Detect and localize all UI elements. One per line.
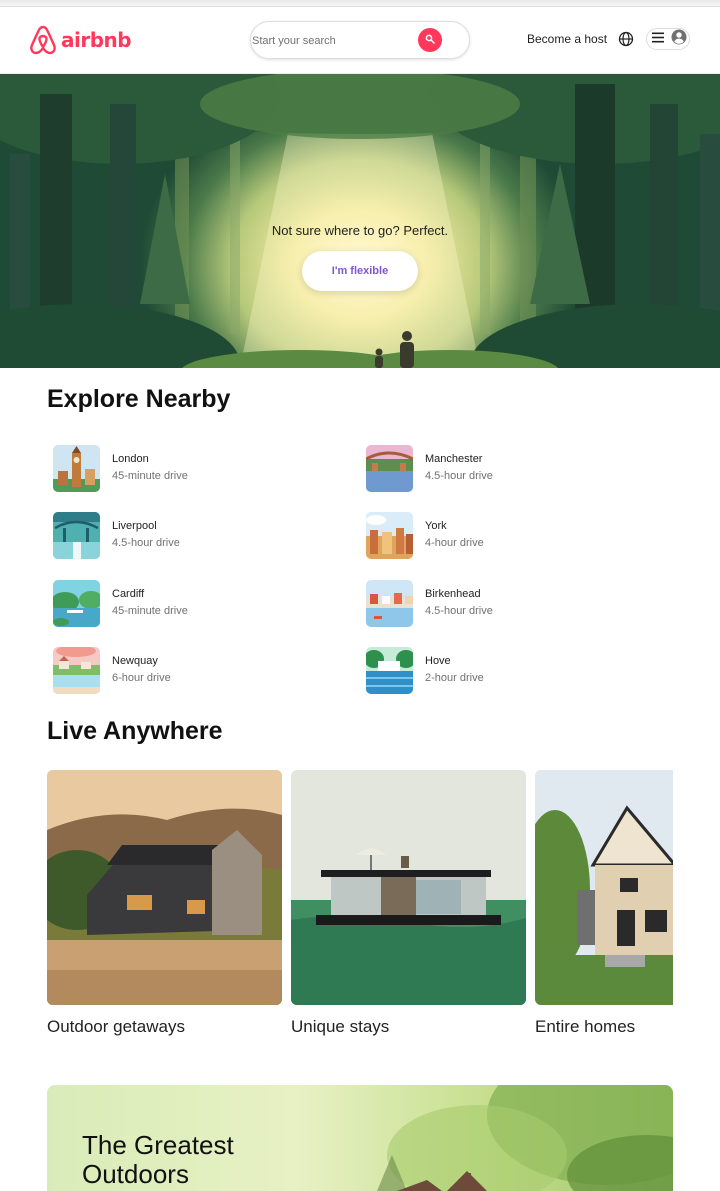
nearby-item-birkenhead[interactable]: Birkenhead 4.5-hour drive: [366, 579, 626, 627]
search-icon: [425, 31, 435, 49]
nearby-distance: 4.5-hour drive: [112, 537, 180, 549]
liverpool-thumbnail: [53, 511, 100, 559]
card-outdoor-getaways[interactable]: Outdoor getaways: [47, 770, 282, 1037]
newquay-thumbnail: [53, 646, 100, 694]
nearby-city: Cardiff: [112, 588, 145, 600]
card-label: Outdoor getaways: [47, 1017, 185, 1036]
cardiff-thumbnail: [53, 579, 100, 627]
nearby-item-manchester[interactable]: Manchester 4.5-hour drive: [366, 444, 626, 492]
globe-icon[interactable]: [618, 31, 634, 47]
nearby-distance: 2-hour drive: [425, 672, 484, 684]
nearby-distance: 4-hour drive: [425, 537, 484, 549]
london-thumbnail: [53, 444, 100, 492]
card-entire-homes[interactable]: Entire homes: [535, 770, 673, 1037]
nearby-city: London: [112, 453, 149, 465]
become-host-link[interactable]: Become a host: [527, 32, 607, 46]
nearby-item-newquay[interactable]: Newquay 6-hour drive: [53, 646, 313, 694]
york-thumbnail: [366, 511, 413, 559]
nearby-city: Manchester: [425, 453, 483, 465]
nearby-city: Hove: [425, 655, 451, 667]
airbnb-logo-icon: [29, 25, 57, 55]
nearby-distance: 4.5-hour drive: [425, 470, 493, 482]
nearby-distance: 45-minute drive: [112, 605, 188, 617]
hove-thumbnail: [366, 646, 413, 694]
explore-nearby-title: Explore Nearby: [47, 385, 231, 413]
nearby-city: Birkenhead: [425, 588, 481, 600]
user-avatar-icon: [671, 29, 687, 50]
nearby-distance: 6-hour drive: [112, 672, 171, 684]
nearby-item-cardiff[interactable]: Cardiff 45-minute drive: [53, 579, 313, 627]
live-anywhere-title: Live Anywhere: [47, 717, 223, 745]
flexible-button[interactable]: I'm flexible: [302, 251, 418, 291]
search-input[interactable]: [252, 31, 412, 51]
nearby-item-york[interactable]: York 4-hour drive: [366, 511, 626, 559]
entire-homes-image: [535, 770, 673, 1005]
greatest-outdoors-title: The Greatest Outdoors: [82, 1130, 234, 1189]
logo-wordmark: airbnb: [61, 28, 132, 52]
hamburger-menu-icon: [652, 30, 664, 48]
hero-banner: Not sure where to go? Perfect. I'm flexi…: [0, 74, 720, 368]
browser-top-strip: [0, 0, 720, 7]
search-button[interactable]: [418, 28, 442, 52]
header: airbnb Become a host: [0, 7, 720, 74]
forest-illustration: [0, 74, 720, 368]
search-bar[interactable]: [250, 21, 470, 59]
live-anywhere-carousel: Outdoor getaways Unique stays Entire hom…: [0, 770, 673, 1050]
nearby-city: Liverpool: [112, 520, 157, 532]
airbnb-logo[interactable]: airbnb: [29, 24, 132, 56]
nearby-city: Newquay: [112, 655, 158, 667]
birkenhead-thumbnail: [366, 579, 413, 627]
nearby-distance: 4.5-hour drive: [425, 605, 493, 617]
unique-stays-image: [291, 770, 526, 1005]
nearby-city: York: [425, 520, 447, 532]
outdoor-getaways-image: [47, 770, 282, 1005]
greatest-outdoors-banner[interactable]: The Greatest Outdoors: [47, 1085, 673, 1191]
nearby-item-hove[interactable]: Hove 2-hour drive: [366, 646, 626, 694]
nearby-item-liverpool[interactable]: Liverpool 4.5-hour drive: [53, 511, 313, 559]
nearby-distance: 45-minute drive: [112, 470, 188, 482]
manchester-thumbnail: [366, 444, 413, 492]
card-unique-stays[interactable]: Unique stays: [291, 770, 526, 1037]
card-label: Unique stays: [291, 1017, 390, 1036]
hero-tagline: Not sure where to go? Perfect.: [271, 223, 449, 238]
card-label: Entire homes: [535, 1017, 636, 1036]
nearby-item-london[interactable]: London 45-minute drive: [53, 444, 313, 492]
user-menu-button[interactable]: [646, 28, 690, 50]
